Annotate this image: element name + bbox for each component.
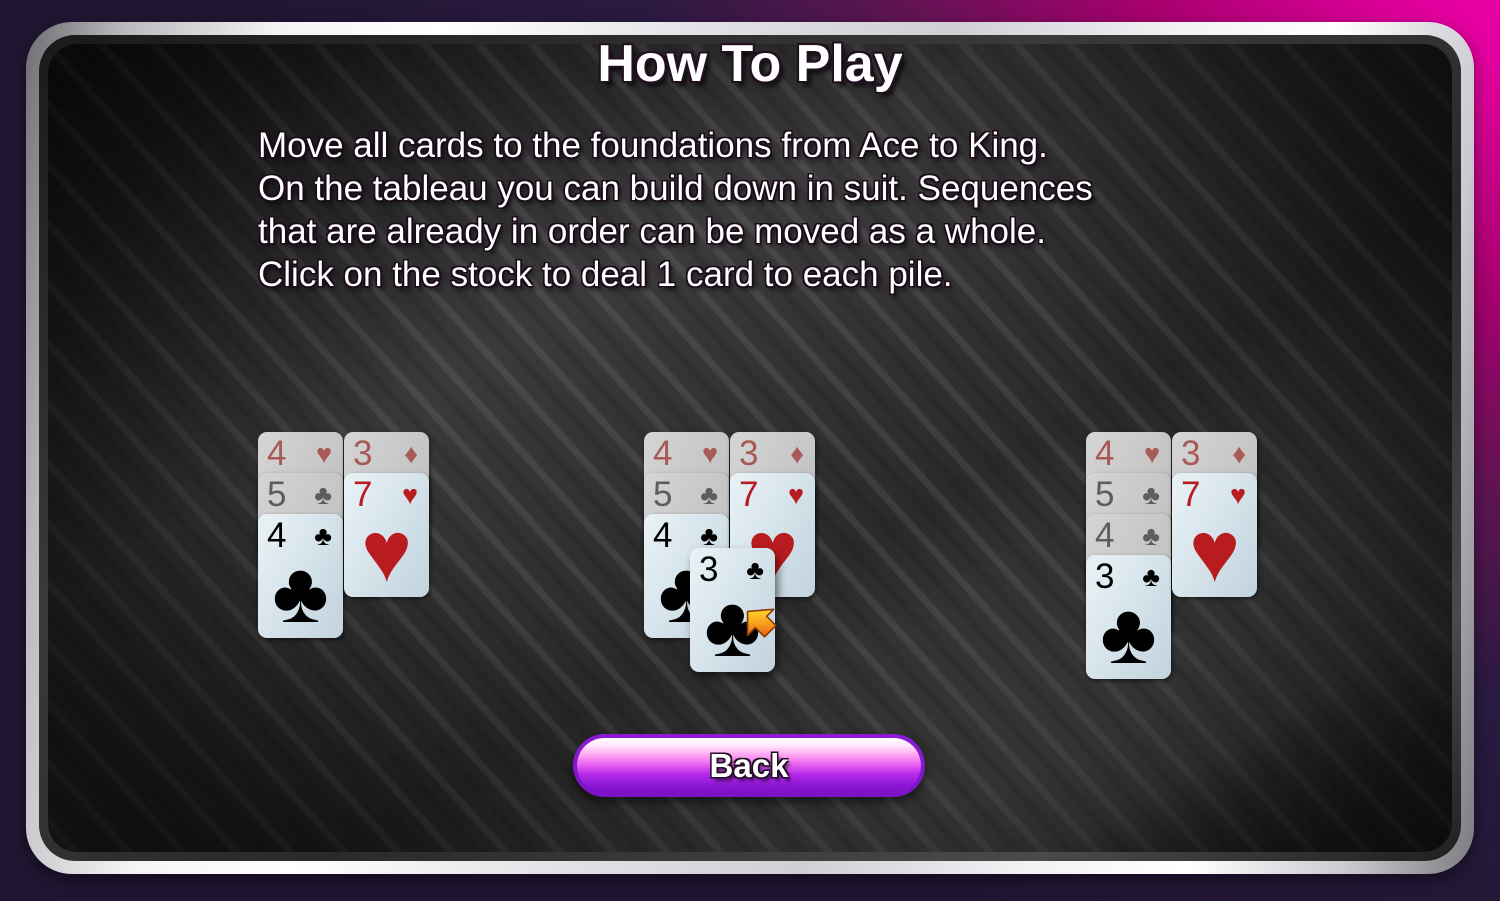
card-rank-label: 5 bbox=[1095, 475, 1115, 514]
card-suit-diamonds-icon: ♦ bbox=[790, 439, 804, 469]
playing-card-7-hearts[interactable]: 7♥♥ bbox=[1172, 473, 1257, 597]
card-corner: 5 ♣ bbox=[1086, 475, 1171, 515]
card-rank-label: 4 bbox=[1095, 516, 1115, 555]
card-corner: 5 ♣ bbox=[258, 475, 343, 515]
card-suit-hearts-icon: ♥ bbox=[315, 439, 332, 469]
page-title: How To Play bbox=[597, 35, 903, 93]
mouse-cursor-arrow-icon bbox=[740, 600, 796, 667]
playing-card-4-clubs[interactable]: 4 ♣ ♣ bbox=[258, 514, 343, 638]
card-rank-label: 4 bbox=[653, 434, 673, 473]
card-center-hearts-icon: ♥ bbox=[360, 504, 413, 600]
card-suit-clubs-icon: ♣ bbox=[1142, 480, 1160, 510]
instructions-text: Move all cards to the foundations from A… bbox=[258, 124, 1258, 296]
card-suit-hearts-icon: ♥ bbox=[701, 439, 718, 469]
card-rank-label: 3 bbox=[353, 434, 373, 473]
card-corner: 4 ♣ bbox=[1086, 516, 1171, 556]
back-button[interactable]: Back bbox=[573, 734, 925, 797]
instruction-line-3: that are already in order can be moved a… bbox=[258, 212, 1046, 251]
card-suit-hearts-icon: ♥ bbox=[1143, 439, 1160, 469]
card-suit-clubs-icon: ♣ bbox=[700, 480, 718, 510]
card-center-clubs-icon: ♣ bbox=[272, 545, 329, 641]
instruction-line-2: On the tableau you can build down in sui… bbox=[258, 169, 1093, 208]
card-corner: 3 ♦ bbox=[344, 434, 429, 474]
card-suit-clubs-icon: ♣ bbox=[1142, 521, 1160, 551]
card-suit-diamonds-icon: ♦ bbox=[404, 439, 418, 469]
back-button-label: Back bbox=[709, 746, 789, 784]
card-corner: 4 ♥ bbox=[644, 434, 729, 474]
card-rank-label: 3 bbox=[739, 434, 759, 473]
playing-card-7-hearts[interactable]: 7♥♥ bbox=[344, 473, 429, 597]
card-rank-label: 4 bbox=[1095, 434, 1115, 473]
screen-content: How To Play Move all cards to the founda… bbox=[0, 0, 1500, 901]
card-corner: 3 ♦ bbox=[730, 434, 815, 474]
card-corner: 4 ♥ bbox=[1086, 434, 1171, 474]
card-rank-label: 3 bbox=[1181, 434, 1201, 473]
instruction-line-4: Click on the stock to deal 1 card to eac… bbox=[258, 255, 953, 294]
instruction-line-1: Move all cards to the foundations from A… bbox=[258, 126, 1048, 165]
card-rank-label: 5 bbox=[653, 475, 673, 514]
playing-card-3-clubs[interactable]: 3 ♣ ♣ bbox=[1086, 555, 1171, 679]
card-center-hearts-icon: ♥ bbox=[1188, 504, 1241, 600]
card-center-clubs-icon: ♣ bbox=[1100, 586, 1157, 682]
card-corner: 4 ♥ bbox=[258, 434, 343, 474]
card-corner: 5 ♣ bbox=[644, 475, 729, 515]
back-button-face: Back bbox=[577, 738, 921, 793]
card-suit-clubs-icon: ♣ bbox=[314, 480, 332, 510]
card-rank-label: 5 bbox=[267, 475, 287, 514]
how-to-play-screen: How To Play Move all cards to the founda… bbox=[0, 0, 1500, 901]
card-rank-label: 4 bbox=[267, 434, 287, 473]
card-corner: 3 ♦ bbox=[1172, 434, 1257, 474]
card-suit-diamonds-icon: ♦ bbox=[1232, 439, 1246, 469]
